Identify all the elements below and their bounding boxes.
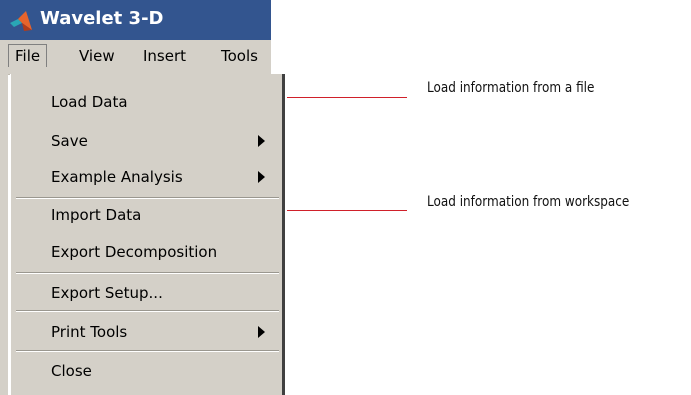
menu-item-export-decomposition[interactable]: Export Decomposition	[51, 243, 217, 261]
callout-line	[287, 97, 407, 98]
menu-item-load-data[interactable]: Load Data	[51, 93, 128, 111]
menu-item-print-tools[interactable]: Print Tools	[51, 323, 127, 341]
menu-item-example-analysis[interactable]: Example Analysis	[51, 168, 183, 186]
menu-insert[interactable]: Insert	[143, 47, 186, 65]
submenu-arrow-icon	[258, 171, 265, 183]
submenu-arrow-icon	[258, 326, 265, 338]
callout-load-data: Load information from a file	[427, 80, 595, 96]
menu-item-import-data[interactable]: Import Data	[51, 206, 141, 224]
callout-import-data: Load information from workspace	[427, 194, 630, 210]
menu-tools[interactable]: Tools	[221, 47, 258, 65]
menu-item-save[interactable]: Save	[51, 132, 88, 150]
menu-separator	[16, 310, 279, 312]
menu-file[interactable]: File	[8, 44, 48, 67]
window-title: Wavelet 3-D	[40, 8, 164, 29]
submenu-arrow-icon	[258, 135, 265, 147]
matlab-logo-icon	[10, 11, 32, 31]
menu-view[interactable]: View	[79, 47, 115, 65]
file-dropdown-menu	[10, 74, 282, 395]
menu-separator	[16, 272, 279, 274]
window-titlebar: Wavelet 3-D	[0, 0, 271, 40]
menu-separator	[16, 197, 279, 199]
menu-item-export-setup[interactable]: Export Setup...	[51, 284, 163, 302]
callout-line	[287, 210, 407, 211]
window-body-edge	[0, 74, 8, 395]
menu-separator	[16, 350, 279, 352]
menu-item-close[interactable]: Close	[51, 362, 92, 380]
